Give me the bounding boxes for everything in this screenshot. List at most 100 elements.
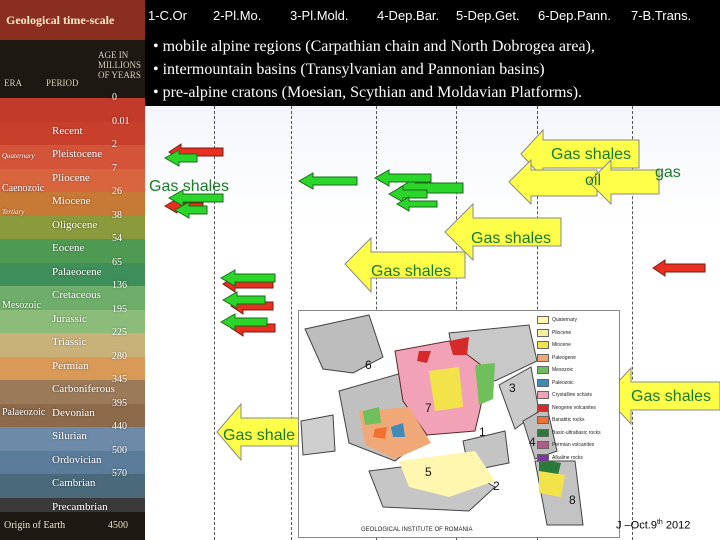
zone-number: 5 xyxy=(425,465,432,479)
zone-shape xyxy=(300,414,336,456)
map-legend-item: Quaternary xyxy=(537,315,615,326)
legend-label: Basic-ultrabasic rocks xyxy=(552,429,601,436)
period-name: Pleistocene xyxy=(52,148,103,160)
legend-swatch xyxy=(537,366,549,374)
unit-label: 5-Dep.Get. xyxy=(456,8,520,23)
gas-shales-label: Gas shales xyxy=(471,230,552,247)
map-legend-item: Paleozoic xyxy=(537,378,615,389)
gas-shales-label: Gas shales xyxy=(631,388,712,405)
period-name: Permian xyxy=(52,359,89,372)
map-legend-item: Basic-ultrabasic rocks xyxy=(537,428,615,439)
footer-date: J –Oct.9th 2012 xyxy=(616,519,690,532)
footer-year: 2012 xyxy=(662,519,691,532)
legend-swatch xyxy=(537,416,549,424)
gas-shales-label-cut: Gas shale xyxy=(223,427,296,444)
legend-label: Neogene volcanites xyxy=(552,404,596,411)
period-age: 38 xyxy=(112,209,122,221)
period-name: Ordovician xyxy=(52,453,102,466)
legend-swatch xyxy=(537,316,549,324)
legend-label: Miocene xyxy=(552,342,571,348)
legend-swatch xyxy=(537,453,549,462)
period-name: Cambrian xyxy=(52,477,96,489)
legend-label: Crystalline schists xyxy=(552,392,593,398)
miocene-area xyxy=(539,471,565,497)
gas-shales-label: Gas shales xyxy=(149,178,230,195)
period-age: 395 xyxy=(112,397,127,409)
period-name: Devonian xyxy=(52,406,95,419)
zone-number: 4 xyxy=(529,435,536,449)
era-label: Mesozoic xyxy=(2,300,41,311)
legend-label: Paleogene xyxy=(552,354,576,361)
period-age: 7 xyxy=(112,162,117,174)
age-header-line1: AGE IN xyxy=(98,50,129,60)
bullet-item: • mobile alpine regions (Carpathian chai… xyxy=(153,38,595,55)
timescale-row: Oligocene 38 xyxy=(0,210,145,239)
timescale-title: Geological time-scale xyxy=(0,0,145,40)
legend-label: Paleozoic xyxy=(552,379,574,386)
map-legend: Quaternary Pliocene Miocene Paleogene Mesozo… xyxy=(537,315,615,465)
unit-label: 6-Dep.Pann. xyxy=(538,8,611,23)
map-legend-item: Paleogene xyxy=(537,353,615,364)
legend-label: Quaternary xyxy=(552,317,578,323)
gas-label: gas xyxy=(655,164,681,181)
period-name: Miocene xyxy=(52,195,91,207)
zone-number: 8 xyxy=(569,493,576,507)
geological-timescale: Geological time-scale ERA PERIOD AGE IN … xyxy=(0,0,145,540)
period-age: 136 xyxy=(112,280,127,291)
period-age: 195 xyxy=(112,303,127,315)
legend-label: Banatitic rocks xyxy=(552,417,585,423)
period-age: 0.01 xyxy=(112,115,130,127)
unit-label: 2-Pl.Mo. xyxy=(213,8,262,23)
map-legend-item: Neogene volcanites xyxy=(537,403,615,414)
legend-swatch xyxy=(537,378,549,387)
zone-number: 3 xyxy=(509,381,516,395)
geological-map: Quaternary Pliocene Miocene Paleogene Mesozo… xyxy=(298,310,620,538)
map-legend-item: Alkaline rocks xyxy=(537,453,615,464)
map-legend-item: Mesozoic xyxy=(537,365,615,376)
period-name: Triassic xyxy=(52,336,87,348)
gas-shales-label: Gas shales xyxy=(371,263,452,280)
red-arrow xyxy=(652,259,706,277)
legend-label: Alkaline rocks xyxy=(552,454,583,461)
timescale-row: Recent 0.01 xyxy=(0,116,145,145)
map-caption: GEOLOGICAL INSTITUTE OF ROMANIA xyxy=(361,527,473,533)
timescale-row: Cambrian 570 xyxy=(0,468,145,498)
zone-number: 7 xyxy=(425,401,432,415)
period-name: Precambrian xyxy=(52,500,108,513)
period-age: 225 xyxy=(112,327,127,338)
period-name: Palaeocene xyxy=(52,265,102,278)
map-legend-item: Pliocene xyxy=(537,328,615,339)
period-header: PERIOD xyxy=(46,78,79,88)
unit-label: 4-Dep.Bar. xyxy=(377,8,440,23)
period-name: Recent xyxy=(52,124,83,137)
timescale-header: ERA PERIOD AGE IN MILLIONS OF YEARS xyxy=(0,40,145,98)
footer-text: J –Oct.9 xyxy=(616,519,657,532)
gas-shales-label: Gas shales xyxy=(551,146,632,163)
origin-of-earth-row: Origin of Earth 4500 xyxy=(0,512,145,540)
zone-number: 1 xyxy=(479,425,486,439)
period-age: 440 xyxy=(112,421,127,432)
era-label: Palaeozoic xyxy=(2,407,46,418)
timescale-row: Eocene 54 xyxy=(0,233,145,263)
era-label: Quaternary xyxy=(2,152,35,160)
legend-swatch xyxy=(537,403,549,412)
bullet-item: • pre-alpine cratons (Moesian, Scythian … xyxy=(153,84,583,101)
period-name: Cretaceous xyxy=(52,289,101,301)
era-header: ERA xyxy=(4,78,22,88)
map-legend-item: Crystalline schists xyxy=(537,390,615,401)
map-legend-item: Banatitic rocks xyxy=(537,415,615,426)
main-diagram: Gas shales Gas shales oil gas Gas shales… xyxy=(145,106,720,540)
period-age: 570 xyxy=(112,468,127,479)
period-name: Pliocene xyxy=(52,171,90,184)
legend-swatch xyxy=(537,341,549,349)
origin-label: Origin of Earth xyxy=(4,520,66,531)
period-age: 345 xyxy=(112,374,127,385)
zone-number: 2 xyxy=(493,479,500,493)
unit-label: 3-Pl.Mold. xyxy=(290,8,349,23)
unit-label: 1-C.Or xyxy=(148,8,187,23)
period-name: Carboniferous xyxy=(52,383,115,395)
green-arrow xyxy=(297,172,358,190)
miocene-area xyxy=(429,367,463,411)
legend-swatch xyxy=(537,428,549,437)
period-age: 0 xyxy=(112,92,117,103)
